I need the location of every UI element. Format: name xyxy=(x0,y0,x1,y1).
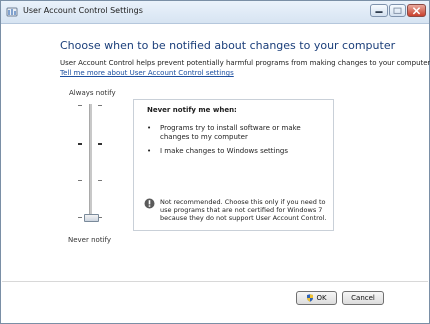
slider-tick xyxy=(78,143,82,145)
footer-divider xyxy=(2,281,428,282)
info-warning-icon xyxy=(144,198,155,209)
window-title: User Account Control Settings xyxy=(23,6,143,15)
slider-tick xyxy=(98,105,102,106)
slider-thumb[interactable] xyxy=(84,214,99,222)
description-text: User Account Control helps prevent poten… xyxy=(60,59,430,67)
slider-top-label: Always notify xyxy=(69,89,116,97)
slider-tick xyxy=(78,217,82,218)
slider-bottom-label: Never notify xyxy=(68,236,111,244)
panel-title: Never notify me when: xyxy=(147,106,237,114)
minimize-icon xyxy=(375,11,383,13)
slider-track[interactable] xyxy=(89,104,92,219)
uac-settings-icon xyxy=(6,7,18,17)
uac-settings-window: User Account Control Settings Choose whe… xyxy=(0,0,430,324)
page-heading: Choose when to be notified about changes… xyxy=(60,39,396,52)
bullet-text: I make changes to Windows settings xyxy=(160,147,289,155)
slider-tick xyxy=(78,180,82,181)
ok-button[interactable]: OK xyxy=(296,291,337,305)
title-bar: User Account Control Settings xyxy=(1,1,429,24)
bullet-marker: • xyxy=(147,147,152,155)
close-icon xyxy=(412,7,421,15)
learn-more-link[interactable]: Tell me more about User Account Control … xyxy=(60,69,234,77)
shield-icon xyxy=(307,294,314,302)
ok-button-label: OK xyxy=(316,294,327,302)
slider-tick xyxy=(98,180,102,181)
maximize-button[interactable] xyxy=(389,4,406,17)
slider-tick xyxy=(98,143,102,145)
bullet-marker: • xyxy=(147,124,152,132)
level-description-panel: Never notify me when: • Programs try to … xyxy=(133,99,334,231)
maximize-icon xyxy=(393,7,402,14)
close-button[interactable] xyxy=(407,4,426,17)
bullet-text: Programs try to install software or make… xyxy=(160,124,301,141)
cancel-button[interactable]: Cancel xyxy=(342,291,384,305)
cancel-button-label: Cancel xyxy=(351,294,375,302)
slider-tick xyxy=(78,105,82,106)
minimize-button[interactable] xyxy=(370,4,388,17)
warning-text: Not recommended. Choose this only if you… xyxy=(160,198,327,222)
